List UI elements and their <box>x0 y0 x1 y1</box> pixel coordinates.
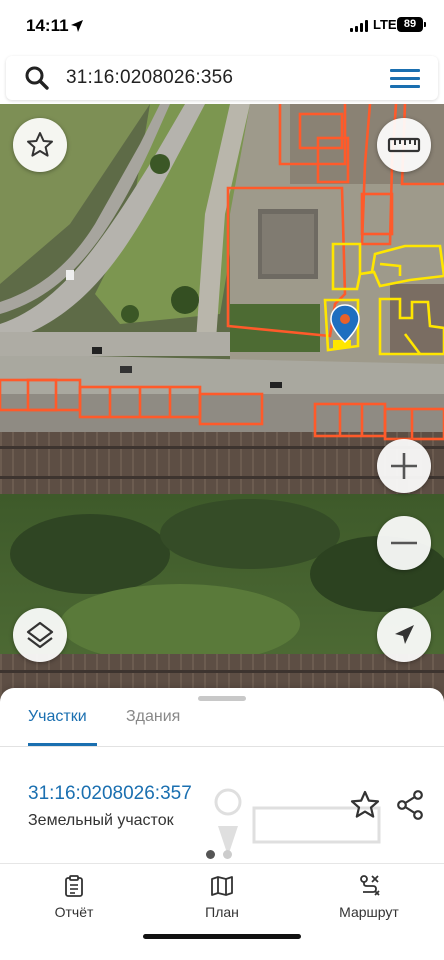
nav-route[interactable]: Маршрут <box>314 874 424 920</box>
sheet-grabber[interactable] <box>198 696 246 701</box>
status-time: 14:11 <box>26 16 69 35</box>
favorite-parcel-button[interactable] <box>350 790 380 820</box>
menu-icon[interactable] <box>388 66 422 90</box>
satellite-map[interactable] <box>0 104 444 704</box>
clipboard-icon <box>65 875 83 897</box>
tab-parcels[interactable]: Участки <box>28 708 87 726</box>
route-icon <box>360 875 380 896</box>
zoom-out-button[interactable] <box>377 516 431 570</box>
search-bar[interactable]: 31:16:0208026:356 <box>6 56 438 100</box>
search-icon[interactable] <box>24 65 50 91</box>
location-pin-icon[interactable] <box>330 304 360 344</box>
sheet-divider <box>0 863 444 864</box>
nav-plan-label: План <box>205 904 239 920</box>
nav-plan[interactable]: План <box>167 874 277 920</box>
screen: 14:11 LTE 89 31:16:0208026:356 Участки З… <box>0 0 444 960</box>
parcel-type-label: Земельный участок <box>28 812 174 829</box>
zoom-out-icon <box>391 541 417 545</box>
map-view[interactable] <box>0 104 444 704</box>
pagination-dot-active <box>206 850 215 859</box>
signal-icon <box>350 20 368 32</box>
tab-buildings[interactable]: Здания <box>126 708 180 726</box>
pagination-dot <box>223 850 232 859</box>
status-bar: 14:11 LTE 89 <box>0 0 444 52</box>
pagination-dots <box>206 850 232 859</box>
nav-route-label: Маршрут <box>339 904 399 920</box>
favorite-map-button[interactable] <box>13 118 67 172</box>
zoom-in-icon <box>391 453 417 479</box>
layers-button[interactable] <box>13 608 67 662</box>
network-label: LTE <box>373 17 397 32</box>
search-input[interactable]: 31:16:0208026:356 <box>66 67 233 89</box>
nav-report-label: Отчёт <box>54 904 94 920</box>
navigation-arrow-icon <box>395 625 414 644</box>
location-arrow-icon <box>71 20 83 32</box>
parcel-cadastral-number[interactable]: 31:16:0208026:357 <box>28 783 192 805</box>
zoom-in-button[interactable] <box>377 439 431 493</box>
star-icon <box>27 132 53 157</box>
map-icon <box>211 876 233 896</box>
my-location-button[interactable] <box>377 608 431 662</box>
bottom-sheet[interactable]: Участки Здания 31:16:0208026:357 Земельн… <box>0 688 444 960</box>
layers-icon <box>26 621 54 649</box>
ruler-icon <box>387 137 421 153</box>
tab-divider <box>0 746 444 747</box>
battery-icon: 89 <box>397 17 426 32</box>
home-indicator[interactable] <box>143 934 301 939</box>
nav-report[interactable]: Отчёт <box>19 874 129 920</box>
share-icon[interactable] <box>396 790 424 820</box>
measure-button[interactable] <box>377 118 431 172</box>
